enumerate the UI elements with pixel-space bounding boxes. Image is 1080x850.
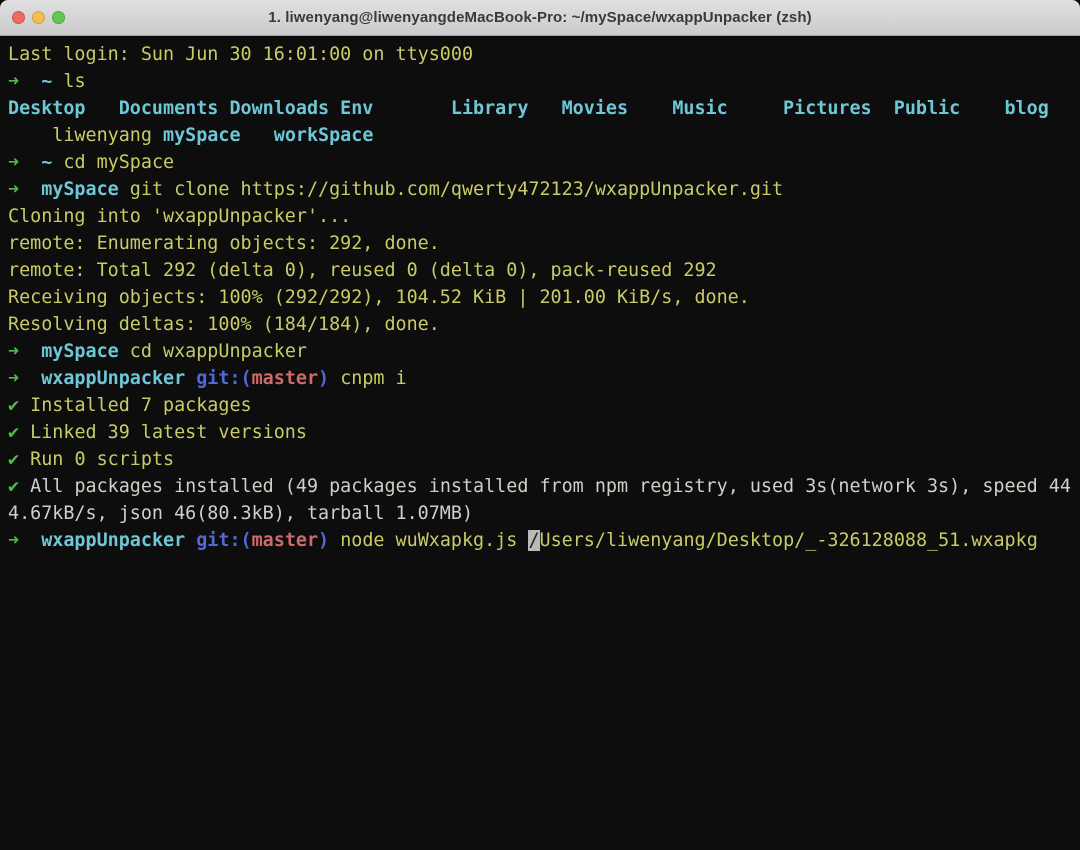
prompt-arrow: ➜ <box>8 179 41 200</box>
command-text: cnpm i <box>329 368 407 389</box>
git-prompt-prefix: git:( <box>196 530 251 551</box>
prompt-dir: wxappUnpacker <box>41 530 185 551</box>
command-text: ls <box>52 71 85 92</box>
ls-directory: workSpace <box>274 125 374 146</box>
terminal-line: ✔ Installed 7 packages <box>8 392 1080 419</box>
terminal-line: ➜ ~ ls <box>8 68 1080 95</box>
terminal-text-segment: Receiving objects: 100% (292/292), 104.5… <box>8 287 750 308</box>
terminal-line: ✔ Linked 39 latest versions <box>8 419 1080 446</box>
terminal-text-segment: remote: Enumerating objects: 292, done. <box>8 233 440 254</box>
terminal-line: Last login: Sun Jun 30 16:01:00 on ttys0… <box>8 41 1080 68</box>
command-text: cd mySpace <box>52 152 174 173</box>
terminal-text-segment: Linked 39 latest versions <box>19 422 307 443</box>
command-text: node wuWxapkg.js <box>329 530 528 551</box>
terminal-text-segment: remote: Total 292 (delta 0), reused 0 (d… <box>8 260 717 281</box>
terminal-text-segment <box>185 368 196 389</box>
terminal-text-segment: All packages installed (49 packages inst… <box>19 476 1071 497</box>
prompt-dir: ~ <box>41 152 52 173</box>
prompt-arrow: ➜ <box>8 152 41 173</box>
prompt-dir: ~ <box>41 71 52 92</box>
git-prompt-suffix: ) <box>318 368 329 389</box>
prompt-arrow: ➜ <box>8 341 41 362</box>
terminal-window: 1. liwenyang@liwenyangdeMacBook-Pro: ~/m… <box>0 0 1080 850</box>
terminal-line: Desktop Documents Downloads Env Library … <box>8 95 1080 122</box>
terminal-line: Receiving objects: 100% (292/292), 104.5… <box>8 284 1080 311</box>
titlebar[interactable]: 1. liwenyang@liwenyangdeMacBook-Pro: ~/m… <box>0 0 1080 36</box>
prompt-arrow: ➜ <box>8 368 41 389</box>
command-text: git clone https://github.com/qwerty47212… <box>119 179 783 200</box>
terminal-line: 4.67kB/s, json 46(80.3kB), tarball 1.07M… <box>8 500 1080 527</box>
terminal-text-segment: Installed 7 packages <box>19 395 252 416</box>
git-branch: master <box>252 368 318 389</box>
check-icon: ✔ <box>8 449 19 470</box>
terminal-screen[interactable]: Last login: Sun Jun 30 16:01:00 on ttys0… <box>0 37 1080 850</box>
git-branch: master <box>252 530 318 551</box>
terminal-line: ➜ wxappUnpacker git:(master) cnpm i <box>8 365 1080 392</box>
terminal-line: ➜ wxappUnpacker git:(master) node wuWxap… <box>8 527 1080 554</box>
check-icon: ✔ <box>8 422 19 443</box>
prompt-arrow: ➜ <box>8 71 41 92</box>
close-button[interactable] <box>12 11 25 24</box>
terminal-line: ➜ ~ cd mySpace <box>8 149 1080 176</box>
terminal-text-segment: Cloning into 'wxappUnpacker'... <box>8 206 351 227</box>
terminal-text-segment: Resolving deltas: 100% (184/184), done. <box>8 314 440 335</box>
terminal-line: ➜ mySpace git clone https://github.com/q… <box>8 176 1080 203</box>
git-prompt-prefix: git:( <box>196 368 251 389</box>
traffic-lights <box>12 0 65 35</box>
zoom-button[interactable] <box>52 11 65 24</box>
terminal-text-segment <box>185 530 196 551</box>
prompt-dir: mySpace <box>41 341 119 362</box>
ls-file: liwenyang <box>8 125 163 146</box>
command-text: cd wxappUnpacker <box>119 341 307 362</box>
command-argument: Users/liwenyang/Desktop/_-326128088_51.w… <box>540 530 1038 551</box>
terminal-text-segment <box>241 125 274 146</box>
terminal-line: ✔ All packages installed (49 packages in… <box>8 473 1080 500</box>
terminal-text-segment: Last login: Sun Jun 30 16:01:00 on ttys0… <box>8 44 473 65</box>
window-title: 1. liwenyang@liwenyangdeMacBook-Pro: ~/m… <box>0 9 1080 26</box>
prompt-arrow: ➜ <box>8 530 41 551</box>
ls-directories: Desktop Documents Downloads Env Library … <box>8 98 1049 119</box>
terminal-line: Resolving deltas: 100% (184/184), done. <box>8 311 1080 338</box>
terminal-line: liwenyang mySpace workSpace <box>8 122 1080 149</box>
git-prompt-suffix: ) <box>318 530 329 551</box>
terminal-text-segment: Run 0 scripts <box>19 449 174 470</box>
minimize-button[interactable] <box>32 11 45 24</box>
terminal-line: ✔ Run 0 scripts <box>8 446 1080 473</box>
terminal-text-segment: 4.67kB/s, json 46(80.3kB), tarball 1.07M… <box>8 503 473 524</box>
check-icon: ✔ <box>8 395 19 416</box>
prompt-dir: mySpace <box>41 179 119 200</box>
terminal-line: ➜ mySpace cd wxappUnpacker <box>8 338 1080 365</box>
terminal-line: remote: Enumerating objects: 292, done. <box>8 230 1080 257</box>
terminal-line: Cloning into 'wxappUnpacker'... <box>8 203 1080 230</box>
ls-directory: mySpace <box>163 125 241 146</box>
check-icon: ✔ <box>8 476 19 497</box>
prompt-dir: wxappUnpacker <box>41 368 185 389</box>
terminal-line: remote: Total 292 (delta 0), reused 0 (d… <box>8 257 1080 284</box>
cursor: / <box>528 530 539 551</box>
